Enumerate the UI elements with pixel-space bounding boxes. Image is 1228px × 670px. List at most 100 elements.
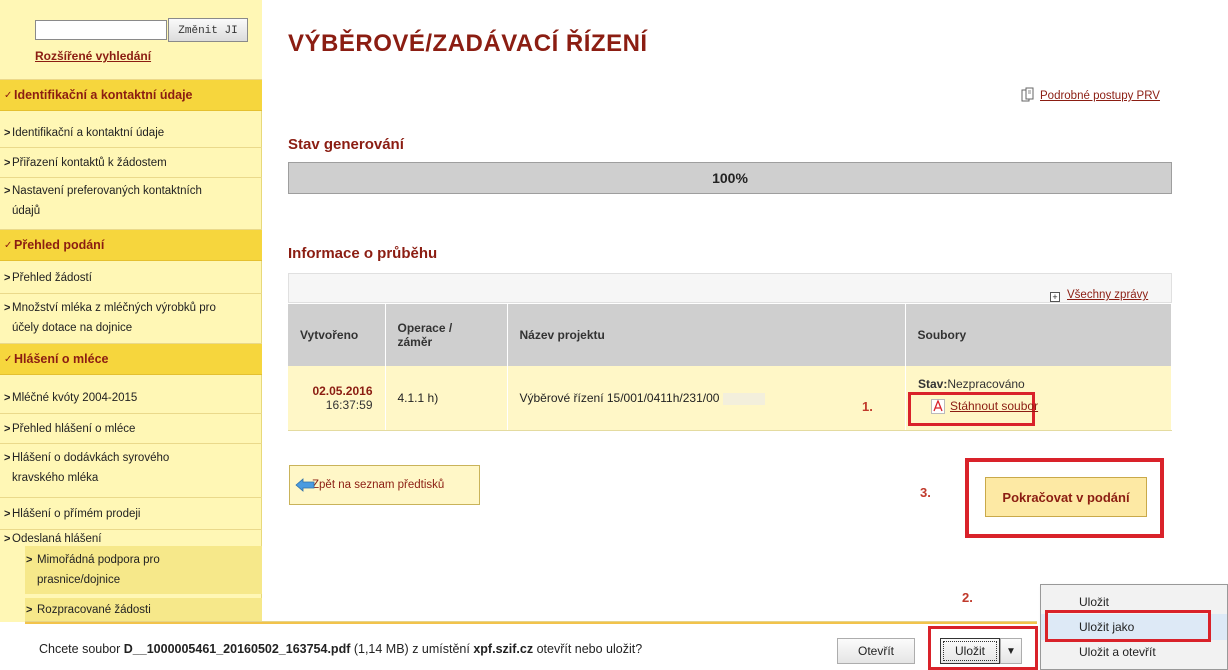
- sidebar-item-assign-contacts[interactable]: > Přiřazení kontaktů k žádostem: [0, 148, 262, 178]
- download-size: (1,14 MB) z umístění: [350, 642, 474, 656]
- sidebar-item-label: Rozpracované žádosti: [37, 604, 151, 616]
- section-label: Přehled podání: [14, 238, 105, 252]
- sidebar-item-label: Přehled hlášení o mléce: [12, 423, 136, 435]
- page-title: VÝBĚROVÉ/ZADÁVACÍ ŘÍZENÍ: [288, 30, 648, 57]
- sidebar-item-label: Hlášení o dodávkách syrového: [12, 452, 170, 464]
- all-messages-link[interactable]: Všechny zprávy: [1067, 289, 1148, 301]
- chevron-right-icon: >: [26, 604, 33, 616]
- sidebar-item-raw-milk-deliveries[interactable]: > Hlášení o dodávkách syrového kravského…: [0, 444, 262, 498]
- section-milk-reports[interactable]: ✓ Hlášení o mléce: [0, 344, 262, 375]
- chevron-right-icon: >: [4, 423, 11, 435]
- step-1-marker: 1.: [862, 399, 873, 414]
- expand-plus-icon[interactable]: +: [1050, 292, 1060, 302]
- prompt-prefix: Chcete soubor: [39, 642, 124, 656]
- progress-label: 100%: [712, 170, 748, 186]
- col-operation: Operace / záměr: [385, 304, 508, 366]
- search-box: Změnit JI Rozšířené vyhledání: [0, 0, 262, 80]
- cell-project: Výběrové řízení 15/001/0411h/231/00: [507, 366, 906, 431]
- sidebar-item-contact-data[interactable]: > Identifikační a kontaktní údaje: [0, 118, 262, 148]
- sidebar-item-milk-reports-overview[interactable]: > Přehled hlášení o mléce: [0, 414, 262, 444]
- download-notification-bar: Chcete soubor D__1000005461_20160502_163…: [25, 622, 1037, 670]
- table-header-row: Vytvořeno Operace / záměr Název projektu…: [288, 304, 1172, 366]
- chevron-down-icon: ✓: [4, 240, 13, 251]
- step-3-marker: 3.: [920, 485, 931, 500]
- step-2-marker: 2.: [962, 590, 973, 605]
- prv-guide-link[interactable]: Podrobné postupy PRV: [1040, 90, 1160, 102]
- cell-created: 02.05.2016 16:37:59: [288, 366, 386, 431]
- back-to-list-button[interactable]: Zpět na seznam předtisků: [289, 465, 480, 505]
- chevron-right-icon: >: [4, 302, 11, 314]
- section-label: Hlášení o mléce: [14, 352, 109, 366]
- generation-status-heading: Stav generování: [288, 136, 404, 153]
- jobs-table: Vytvořeno Operace / záměr Název projektu…: [288, 304, 1172, 431]
- open-button[interactable]: Otevřít: [837, 638, 915, 664]
- sidebar-item-milk-quantity[interactable]: > Množství mléka z mléčných výrobků pro …: [0, 294, 262, 344]
- sidebar-item-label: Mimořádná podpora pro: [37, 554, 160, 566]
- sidebar-item-label: Přehled žádostí: [12, 272, 92, 284]
- file-status: Stav:Nezpracováno: [918, 377, 1025, 391]
- document-guide-icon: [1021, 87, 1034, 102]
- col-created: Vytvořeno: [288, 304, 386, 366]
- section-submissions[interactable]: ✓ Přehled podání: [0, 230, 262, 261]
- sidebar-item-label: kravského mléka: [12, 472, 99, 484]
- sidebar-item-label: Přiřazení kontaktů k žádostem: [12, 157, 167, 169]
- project-name: Výběrové řízení 15/001/0411h/231/00: [519, 390, 720, 405]
- chevron-right-icon: >: [4, 533, 11, 545]
- menu-item-save-and-open[interactable]: Uložit a otevřít: [1041, 639, 1227, 665]
- chevron-right-icon: >: [4, 127, 11, 139]
- chevron-right-icon: >: [26, 554, 33, 566]
- back-arrow-icon: [295, 478, 315, 492]
- section-identification[interactable]: ✓ Identifikační a kontaktní údaje: [0, 80, 262, 111]
- sidebar: Změnit JI Rozšířené vyhledání ✓ Identifi…: [0, 0, 262, 622]
- chevron-down-icon: ✓: [4, 354, 13, 365]
- sidebar-item-label: údajů: [12, 205, 41, 217]
- info-bar: [288, 273, 1172, 303]
- sidebar-item-direct-sale[interactable]: > Hlášení o přímém prodeji: [0, 498, 262, 530]
- col-files: Soubory: [905, 304, 1172, 366]
- sidebar-item-applications[interactable]: > Přehled žádostí: [0, 262, 262, 294]
- sidebar-item-label: Množství mléka z mléčných výrobků pro: [12, 302, 216, 314]
- chevron-right-icon: >: [4, 185, 11, 197]
- sidebar-item-label: prasnice/dojnice: [37, 574, 121, 586]
- download-host: xpf.szif.cz: [473, 642, 534, 656]
- process-info-heading: Informace o průběhu: [288, 245, 438, 262]
- save-as-highlight-box: [1045, 610, 1211, 642]
- sidebar-item-label: Identifikační a kontaktní údaje: [12, 127, 165, 139]
- advanced-search-link[interactable]: Rozšířené vyhledání: [35, 49, 151, 63]
- prompt-suffix: otevřít nebo uložit?: [533, 642, 643, 656]
- table-row: 02.05.2016 16:37:59 4.1.1 h) Výběrové ří…: [288, 366, 1172, 431]
- section-label: Identifikační a kontaktní údaje: [14, 88, 193, 102]
- chevron-right-icon: >: [4, 508, 11, 520]
- sidebar-subitem-extraordinary-support[interactable]: > Mimořádná podpora pro prasnice/dojnice: [25, 546, 262, 594]
- redacted-block: [722, 392, 765, 405]
- status-value: Nezpracováno: [947, 377, 1025, 391]
- change-ji-button[interactable]: Změnit JI: [168, 18, 248, 42]
- sidebar-item-label: Odeslaná hlášení: [12, 533, 102, 545]
- created-time: 16:37:59: [325, 397, 373, 412]
- download-file-link[interactable]: Stáhnout soubor: [950, 399, 1038, 413]
- sidebar-item-milk-quotas[interactable]: > Mléčné kvóty 2004-2015: [0, 382, 262, 414]
- sidebar-item-preferred-contacts[interactable]: > Nastavení preferovaných kontaktních úd…: [0, 178, 262, 230]
- sidebar-item-label: Mléčné kvóty 2004-2015: [12, 392, 138, 404]
- col-project-name: Název projektu: [507, 304, 906, 366]
- chevron-right-icon: >: [4, 392, 11, 404]
- sidebar-item-label: účely dotace na dojnice: [12, 322, 133, 334]
- cell-operation: 4.1.1 h): [385, 366, 508, 431]
- search-input[interactable]: [35, 20, 167, 40]
- continue-submission-button[interactable]: Pokračovat v podání: [985, 477, 1147, 517]
- created-date: 02.05.2016: [312, 383, 373, 398]
- status-label: Stav:: [918, 377, 948, 391]
- chevron-right-icon: >: [4, 272, 11, 284]
- download-prompt-text: Chcete soubor D__1000005461_20160502_163…: [39, 642, 642, 656]
- sidebar-subitem-drafts[interactable]: > Rozpracované žádosti: [25, 598, 262, 622]
- chevron-right-icon: >: [4, 452, 11, 464]
- pdf-icon: [931, 399, 945, 414]
- progress-bar: 100%: [288, 162, 1172, 194]
- col-operation-line1: Operace /: [397, 321, 453, 335]
- chevron-down-icon: ✓: [4, 90, 13, 101]
- col-operation-line2: záměr: [397, 335, 433, 349]
- download-filename: D__1000005461_20160502_163754.pdf: [123, 642, 351, 656]
- sidebar-item-label: Hlášení o přímém prodeji: [12, 508, 141, 520]
- save-highlight-box: [928, 626, 1038, 670]
- chevron-right-icon: >: [4, 157, 11, 169]
